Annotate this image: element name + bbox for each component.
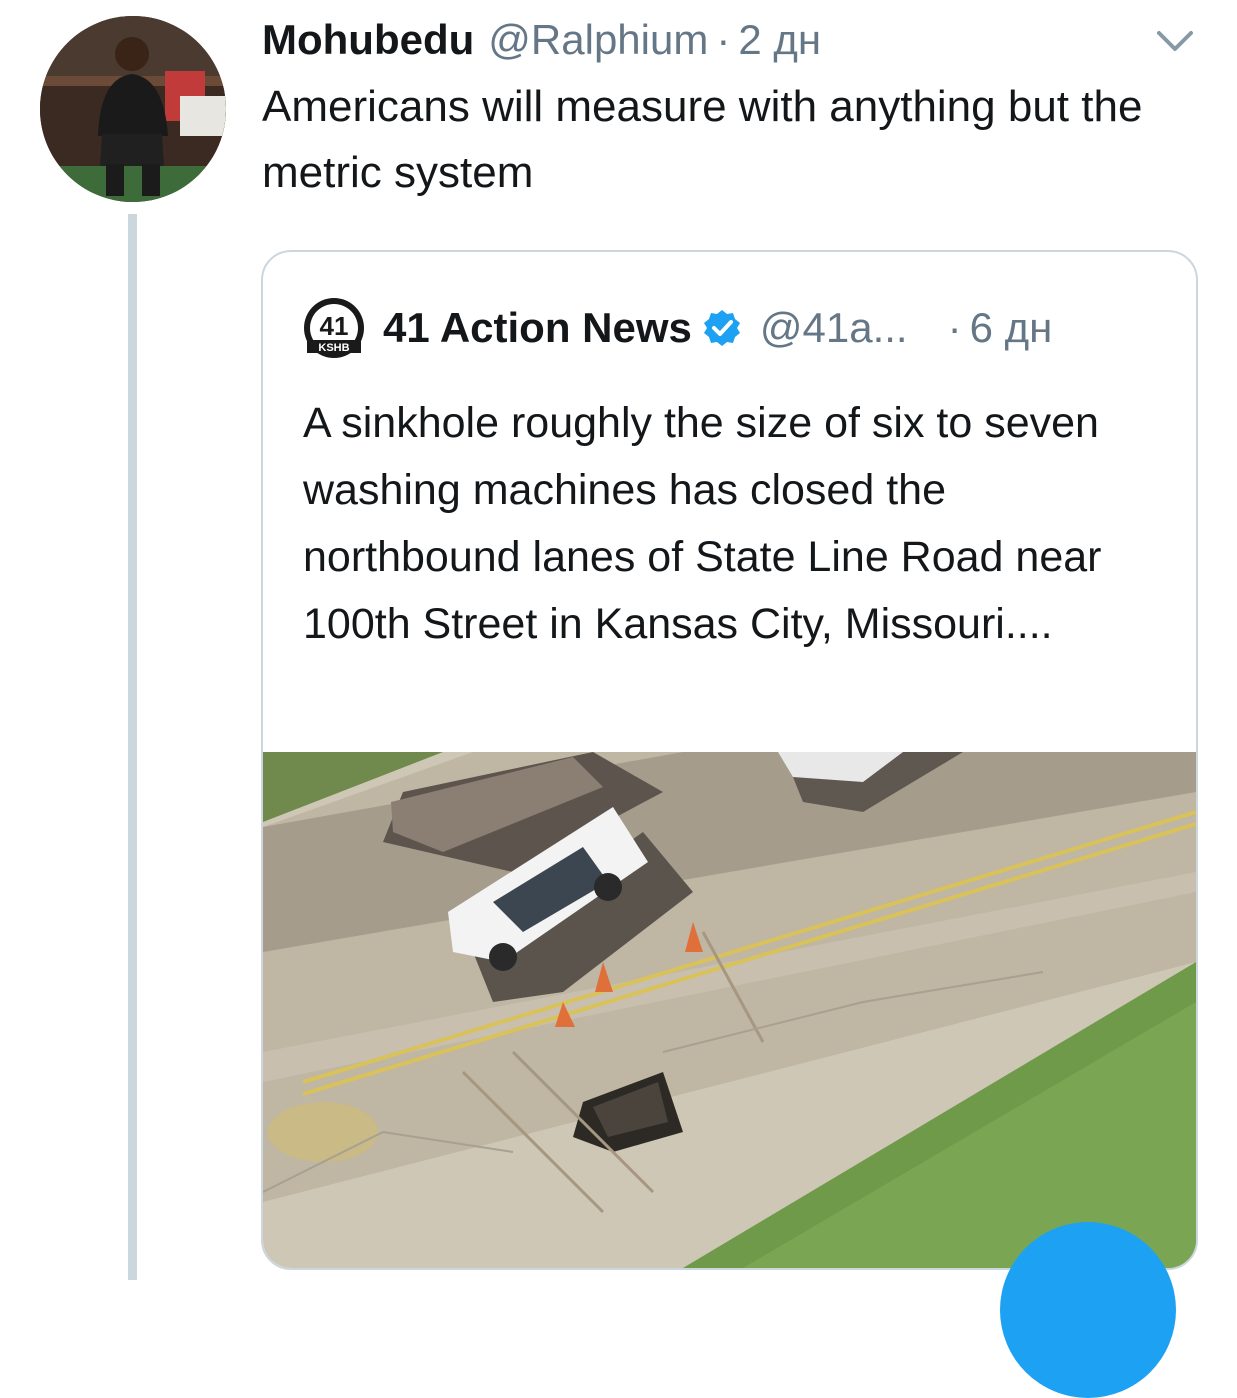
verified-badge-icon (703, 310, 740, 346)
avatar-image (40, 16, 226, 202)
quoted-author-name[interactable]: 41 Action News (383, 304, 692, 352)
quoted-separator-dot: · (947, 304, 962, 351)
separator-dot: · (716, 16, 731, 63)
thread-line (128, 214, 137, 1280)
sinkhole-aerial-photo (263, 752, 1196, 1268)
tweet-text: Americans will measure with anything but… (262, 82, 1143, 197)
quoted-tweet-card[interactable]: 41 KSHB 41 Action News @41a... · 6 дн A … (261, 250, 1198, 1270)
quoted-tweet-timestamp[interactable]: 6 дн (970, 304, 1053, 352)
author-handle[interactable]: @Ralphium (488, 14, 708, 66)
quoted-tweet-header: 41 KSHB 41 Action News @41a... · 6 дн (303, 296, 1052, 360)
news-logo-icon[interactable]: 41 KSHB (303, 297, 365, 359)
tweet-timestamp[interactable]: 2 дн (738, 14, 821, 66)
logo-sub: KSHB (318, 342, 349, 354)
logo-number: 41 (320, 311, 349, 341)
quoted-author-handle[interactable]: @41a... (760, 304, 908, 352)
quoted-tweet-image[interactable] (263, 752, 1196, 1268)
tweet-header: Mohubedu @Ralphium · 2 дн (262, 14, 821, 66)
chevron-down-icon (1157, 31, 1193, 51)
more-options-button[interactable] (1154, 26, 1196, 56)
quoted-tweet-text: A sinkhole roughly the size of six to se… (303, 399, 1102, 648)
avatar[interactable] (40, 16, 226, 202)
compose-button[interactable] (1000, 1222, 1176, 1398)
author-name[interactable]: Mohubedu (262, 14, 474, 66)
